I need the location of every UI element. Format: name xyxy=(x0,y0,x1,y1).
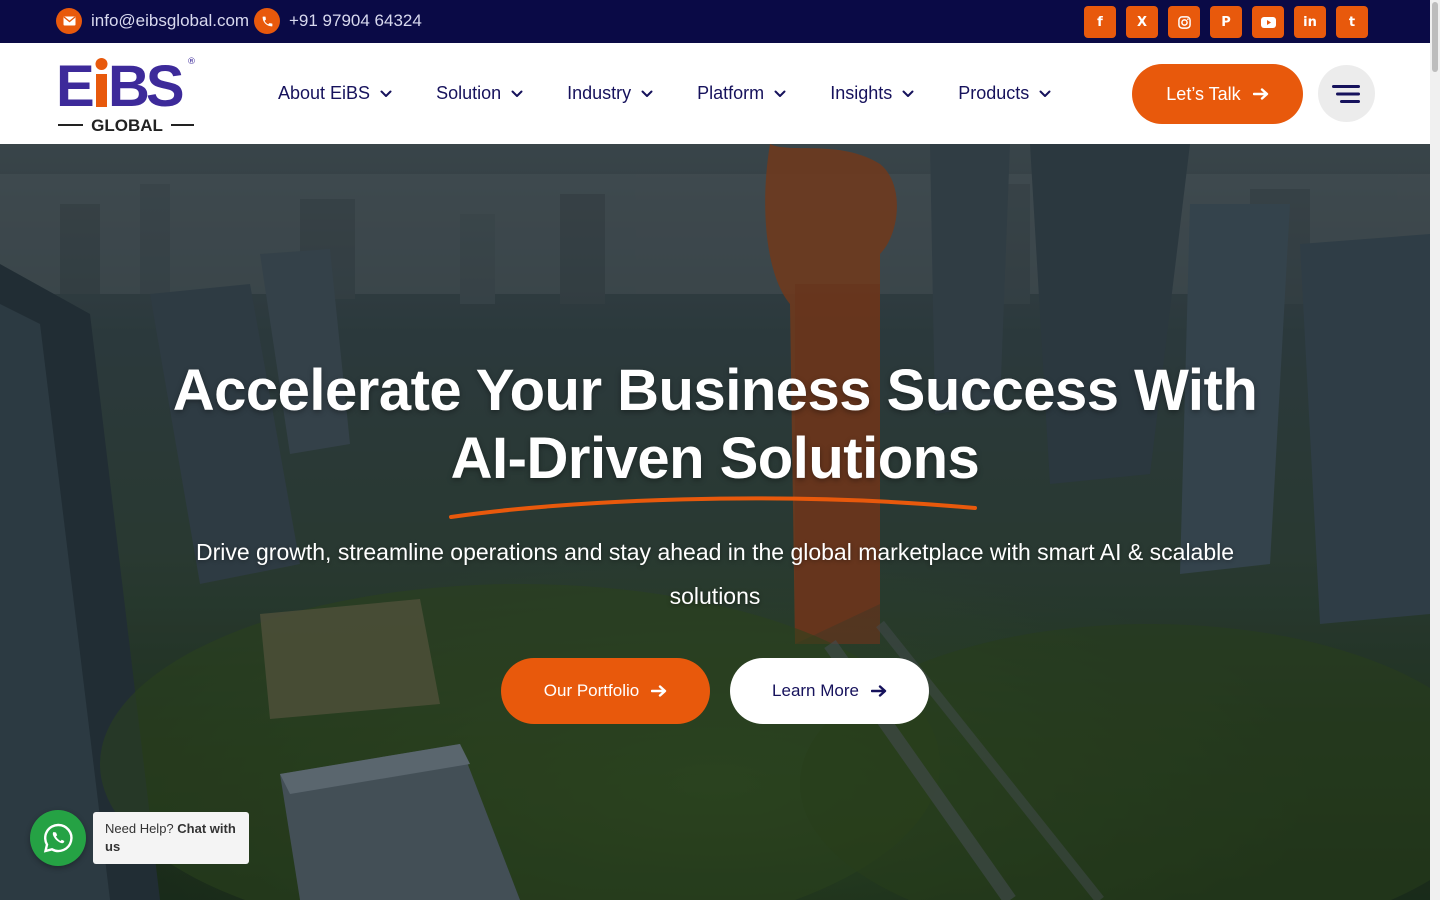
pinterest-icon[interactable]: P xyxy=(1210,6,1242,38)
nav-item-industry[interactable]: Industry xyxy=(567,83,653,104)
our-portfolio-label: Our Portfolio xyxy=(543,681,640,700)
nav-item-label: Solution xyxy=(436,83,502,103)
linkedin-glyph: in xyxy=(1303,14,1317,30)
hamburger-icon xyxy=(1331,84,1360,103)
email-text[interactable]: info@eibsglobal.com xyxy=(91,11,249,31)
chevron-down-icon xyxy=(380,90,392,97)
nav-item-platform[interactable]: Platform xyxy=(697,83,786,104)
eibs-global-logo[interactable]: E BS ® GLOBAL xyxy=(56,54,198,135)
nav-item-insights[interactable]: Insights xyxy=(830,83,914,104)
nav-item-label: Products xyxy=(958,83,1030,103)
nav-item-label: About EiBS xyxy=(278,83,371,103)
chevron-down-icon xyxy=(902,90,914,97)
chevron-down-icon xyxy=(641,90,653,97)
social-links: f X Pin t xyxy=(1084,6,1368,38)
svg-text:GLOBAL: GLOBAL xyxy=(91,116,163,134)
learn-more-label: Learn More xyxy=(772,681,859,700)
hero-subtitle: Drive growth, streamline operations and … xyxy=(195,539,1235,609)
arrow-right-icon xyxy=(651,685,667,697)
whatsapp-chat-button[interactable] xyxy=(30,810,86,866)
facebook-icon[interactable]: f xyxy=(1084,6,1116,38)
page-scrollbar[interactable] xyxy=(1430,0,1440,900)
lets-talk-button[interactable]: Let’s Talk xyxy=(1132,64,1303,124)
nav-item-label: Industry xyxy=(567,83,632,103)
hero-overlay xyxy=(0,144,1430,900)
nav-item-products[interactable]: Products xyxy=(958,83,1051,104)
top-contact-bar: info@eibsglobal.com +91 97904 64324 f X Pi… xyxy=(0,0,1430,43)
hero-title-line-1: Accelerate Your Business Success With xyxy=(172,358,1258,423)
chat-prefix: Need Help? xyxy=(105,821,174,836)
chevron-down-icon xyxy=(774,90,786,97)
site-header: E BS ® GLOBAL About EiBS Solution Industry… xyxy=(0,43,1430,144)
hamburger-menu-button[interactable] xyxy=(1318,65,1375,122)
facebook-glyph: f xyxy=(1097,14,1103,30)
arrow-right-icon xyxy=(1252,88,1268,100)
main-navigation: About EiBS Solution Industry Platform Insigh… xyxy=(278,83,1095,104)
hero-title-line-2: AI-Driven Solutions xyxy=(450,426,980,491)
chat-help-bubble[interactable]: Need Help? Chat with us xyxy=(93,812,249,864)
learn-more-button[interactable]: Learn More xyxy=(730,658,929,724)
chevron-down-icon xyxy=(1039,90,1051,97)
x-twitter-glyph: X xyxy=(1136,14,1148,30)
nav-item-label: Insights xyxy=(830,83,893,103)
svg-text:E: E xyxy=(56,54,93,119)
chevron-down-icon xyxy=(511,90,523,97)
tumblr-glyph: t xyxy=(1348,14,1356,30)
x-twitter-icon[interactable]: X xyxy=(1126,6,1158,38)
nav-item-about-eibs[interactable]: About EiBS xyxy=(278,83,392,104)
email-contact[interactable]: info@eibsglobal.com xyxy=(56,8,249,34)
tumblr-icon[interactable]: t xyxy=(1336,6,1368,38)
phone-icon xyxy=(254,8,280,34)
our-portfolio-button[interactable]: Our Portfolio xyxy=(501,658,710,724)
title-underline-swoosh xyxy=(449,496,977,519)
arrow-right-icon xyxy=(870,685,887,697)
instagram-icon[interactable] xyxy=(1168,6,1200,38)
linkedin-icon[interactable]: in xyxy=(1294,6,1326,38)
whatsapp-icon xyxy=(43,823,73,853)
hero-section: Accelerate Your Business Success With AI… xyxy=(0,144,1430,900)
youtube-icon[interactable] xyxy=(1252,6,1284,38)
phone-text[interactable]: +91 97904 64324 xyxy=(289,11,422,31)
nav-item-solution[interactable]: Solution xyxy=(436,83,523,104)
pinterest-glyph: P xyxy=(1221,14,1231,30)
envelope-icon xyxy=(56,8,82,34)
scrollbar-thumb[interactable] xyxy=(1432,2,1438,72)
nav-item-label: Platform xyxy=(697,83,765,103)
phone-contact[interactable]: +91 97904 64324 xyxy=(254,8,422,34)
lets-talk-label: Let’s Talk xyxy=(1166,83,1241,104)
svg-text:BS: BS xyxy=(108,54,183,119)
svg-text:®: ® xyxy=(187,57,196,67)
